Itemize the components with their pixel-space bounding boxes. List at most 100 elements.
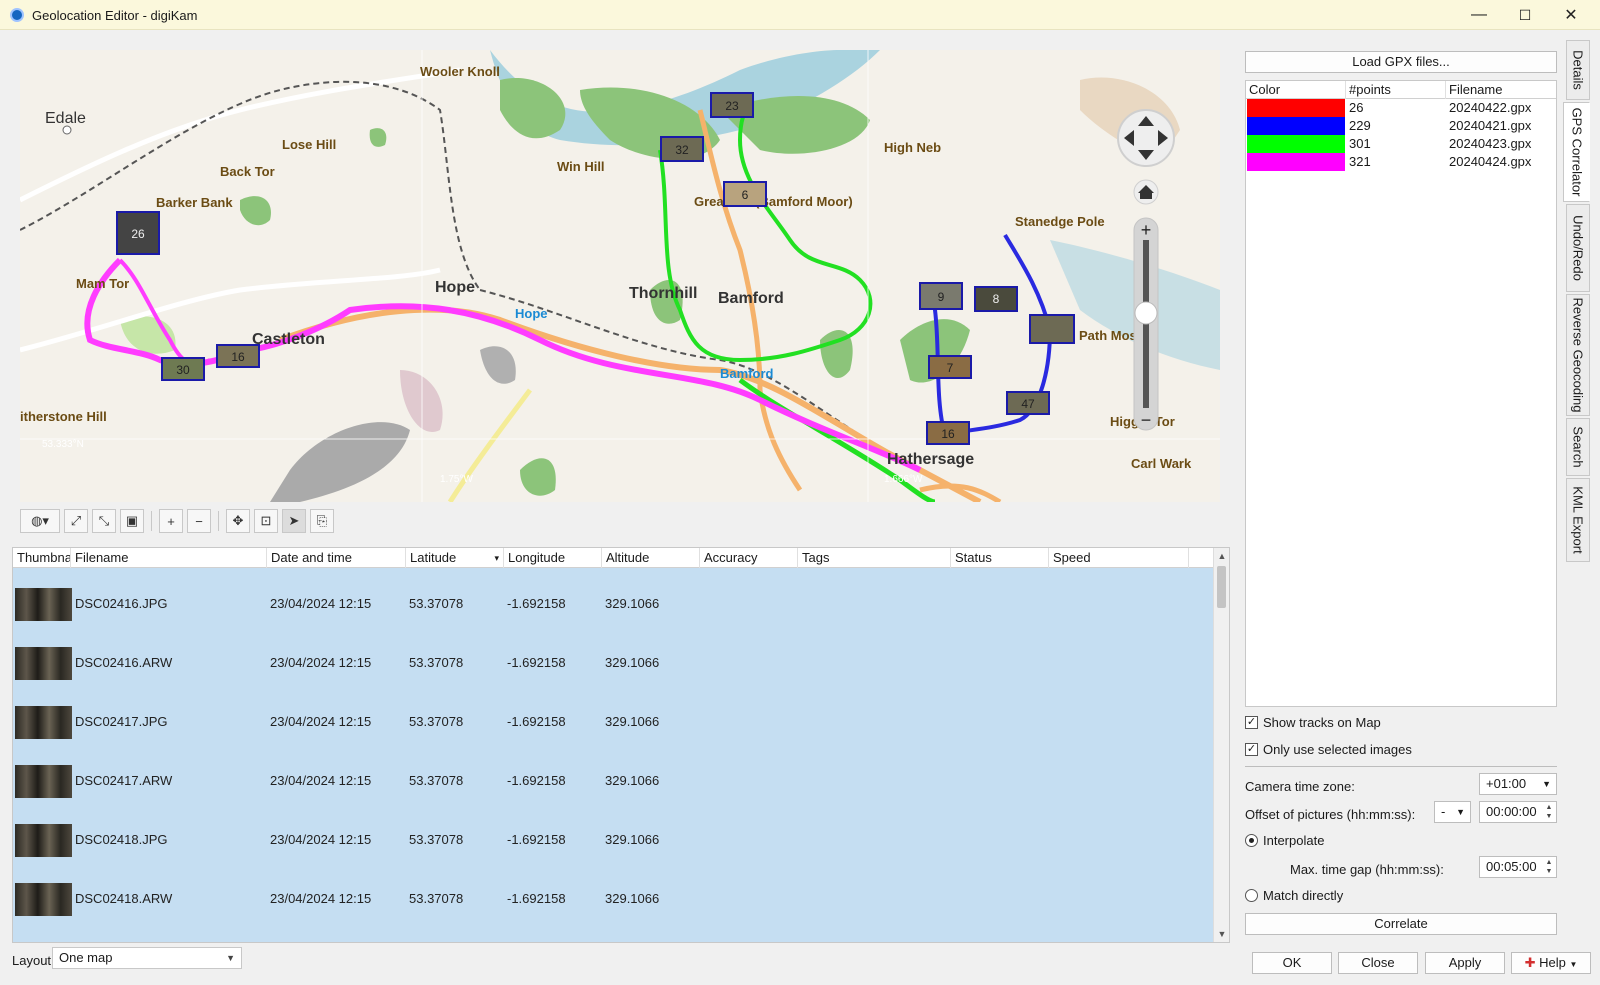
- gpx-track-row[interactable]: 229 20240421.gpx: [1246, 117, 1556, 135]
- svg-text:26: 26: [131, 227, 145, 241]
- table-row[interactable]: DSC02416.ARW 23/04/2024 12:15 53.37078 -…: [13, 633, 1213, 692]
- maximize-button[interactable]: ☐: [1502, 0, 1548, 30]
- photo-cluster[interactable]: 6: [723, 181, 767, 207]
- table-row[interactable]: DSC02417.ARW 23/04/2024 12:15 53.37078 -…: [13, 751, 1213, 810]
- cell-datetime: 23/04/2024 12:15: [270, 832, 372, 847]
- photo-cluster[interactable]: 32: [660, 136, 704, 162]
- column-header-tags[interactable]: Tags: [798, 548, 951, 568]
- only-selected-checkbox[interactable]: ✓: [1245, 743, 1258, 756]
- pointer-mode-button[interactable]: ➤: [282, 509, 306, 533]
- layout-select[interactable]: One map ▼: [52, 947, 242, 969]
- table-row[interactable]: DSC02418.ARW 23/04/2024 12:15 53.37078 -…: [13, 869, 1213, 928]
- column-header-status[interactable]: Status: [951, 548, 1049, 568]
- side-tab-bar: Details GPS Correlator Undo/Redo Reverse…: [1563, 40, 1590, 562]
- close-window-button[interactable]: ✕: [1548, 0, 1594, 30]
- quarry: [270, 422, 410, 502]
- map-widget-menu-button[interactable]: ◍▾: [20, 509, 60, 533]
- timezone-select[interactable]: +01:00 ▼: [1479, 773, 1557, 795]
- photo-cluster[interactable]: 30: [161, 357, 205, 381]
- gpx-track-row[interactable]: 321 20240424.gpx: [1246, 153, 1556, 171]
- track-color-swatch: [1247, 135, 1345, 153]
- map-label-win-hill: Win Hill: [557, 159, 605, 174]
- table-scrollbar[interactable]: ▲ ▼: [1213, 548, 1229, 942]
- show-tracks-checkbox[interactable]: ✓: [1245, 716, 1258, 729]
- cell-datetime: 23/04/2024 12:15: [270, 773, 372, 788]
- offset-time-spinbox[interactable]: 00:00:00 ▲ ▼: [1479, 801, 1557, 823]
- offset-sign-select[interactable]: - ▼: [1434, 801, 1471, 823]
- table-row[interactable]: [13, 928, 1213, 942]
- image-list-table[interactable]: Thumbnail Filename Date and time Latitud…: [12, 547, 1230, 943]
- pan-mode-button[interactable]: ✥: [226, 509, 250, 533]
- svg-text:32: 32: [675, 143, 689, 157]
- zoom-out-button[interactable]: −: [187, 509, 211, 533]
- zoom-selection-button[interactable]: ⤡: [92, 509, 116, 533]
- cell-latitude: 53.37078: [409, 832, 464, 847]
- close-button[interactable]: Close: [1338, 952, 1418, 974]
- zoom-fit-button[interactable]: ⤢: [64, 509, 88, 533]
- minimize-button[interactable]: —: [1456, 0, 1502, 30]
- map-label-bamford-station: Bamford: [720, 366, 774, 381]
- gpx-track-row[interactable]: 26 20240422.gpx: [1246, 99, 1556, 117]
- column-header-filename[interactable]: Filename: [71, 548, 267, 568]
- tab-details[interactable]: Details: [1566, 40, 1590, 100]
- gpx-column-points[interactable]: #points: [1346, 81, 1446, 99]
- correlate-button[interactable]: Correlate: [1245, 913, 1557, 935]
- photo-cluster[interactable]: 16: [216, 344, 260, 368]
- gpx-column-filename[interactable]: Filename: [1446, 81, 1556, 99]
- spin-arrows-icon[interactable]: ▲ ▼: [1544, 858, 1554, 876]
- help-button[interactable]: ✚ Help ▼: [1511, 952, 1591, 974]
- cell-latitude: 53.37078: [409, 655, 464, 670]
- photo-cluster[interactable]: 8: [974, 286, 1018, 312]
- tab-search[interactable]: Search: [1566, 418, 1590, 476]
- select-mode-button[interactable]: ⊡: [254, 509, 278, 533]
- column-header-speed[interactable]: Speed: [1049, 548, 1189, 568]
- photo-cluster[interactable]: 47: [1006, 391, 1050, 415]
- add-marker-button[interactable]: ⎘: [310, 509, 334, 533]
- column-header-altitude[interactable]: Altitude: [602, 548, 700, 568]
- track-filename: 20240424.gpx: [1449, 154, 1532, 169]
- tab-gps-correlator[interactable]: GPS Correlator: [1563, 102, 1590, 202]
- bookmark-add-icon: ⎘: [316, 513, 328, 528]
- zoom-in-icon[interactable]: +: [1141, 220, 1152, 240]
- max-gap-label: Max. time gap (hh:mm:ss):: [1290, 862, 1444, 877]
- tab-kml-export-label: KML Export: [1570, 486, 1586, 554]
- zoom-handle[interactable]: [1134, 301, 1158, 325]
- match-directly-radio[interactable]: [1245, 889, 1258, 902]
- photo-cluster[interactable]: 16: [926, 421, 970, 445]
- tab-kml-export[interactable]: KML Export: [1566, 478, 1590, 562]
- track-points: 26: [1349, 100, 1364, 115]
- tab-reverse-geocoding[interactable]: Reverse Geocoding: [1566, 294, 1590, 416]
- apply-button[interactable]: Apply: [1425, 952, 1505, 974]
- scrollbar-thumb[interactable]: [1217, 566, 1226, 608]
- tab-undo-redo[interactable]: Undo/Redo: [1566, 204, 1590, 292]
- column-header-accuracy[interactable]: Accuracy: [700, 548, 798, 568]
- column-header-thumbnail[interactable]: Thumbnail: [13, 548, 71, 568]
- scroll-down-icon[interactable]: ▼: [1214, 926, 1229, 942]
- column-header-datetime[interactable]: Date and time: [267, 548, 406, 568]
- photo-cluster[interactable]: 9: [919, 282, 963, 310]
- photo-cluster[interactable]: 26: [116, 211, 160, 255]
- column-header-longitude[interactable]: Longitude: [504, 548, 602, 568]
- table-row[interactable]: DSC02416.JPG 23/04/2024 12:15 53.37078 -…: [13, 574, 1213, 633]
- scroll-up-icon[interactable]: ▲: [1214, 548, 1229, 564]
- max-gap-spinbox[interactable]: 00:05:00 ▲ ▼: [1479, 856, 1557, 878]
- cell-longitude: -1.692158: [507, 891, 566, 906]
- column-header-latitude[interactable]: Latitude ▾: [406, 548, 504, 568]
- zoom-out-icon[interactable]: −: [1141, 410, 1152, 430]
- map-view[interactable]: Edale Wooler Knoll Lose Hill Back Tor Ba…: [20, 50, 1220, 502]
- gpx-tracks-table[interactable]: Color #points Filename 26 20240422.gpx 2…: [1245, 80, 1557, 707]
- table-row[interactable]: DSC02417.JPG 23/04/2024 12:15 53.37078 -…: [13, 692, 1213, 751]
- load-gpx-button[interactable]: Load GPX files...: [1245, 51, 1557, 73]
- gpx-column-color[interactable]: Color: [1246, 81, 1346, 99]
- gpx-track-row[interactable]: 301 20240423.gpx: [1246, 135, 1556, 153]
- ok-button[interactable]: OK: [1252, 952, 1332, 974]
- spin-arrows-icon[interactable]: ▲ ▼: [1544, 803, 1554, 821]
- interpolate-radio[interactable]: [1245, 834, 1258, 847]
- show-thumbnails-button[interactable]: ▣: [120, 509, 144, 533]
- zoom-in-button[interactable]: +: [159, 509, 183, 533]
- photo-cluster-white-path[interactable]: [1029, 314, 1075, 344]
- photo-cluster[interactable]: 23: [710, 92, 754, 118]
- photo-cluster[interactable]: 7: [928, 355, 972, 379]
- table-row[interactable]: DSC02418.JPG 23/04/2024 12:15 53.37078 -…: [13, 810, 1213, 869]
- table-header: Thumbnail Filename Date and time Latitud…: [13, 548, 1213, 568]
